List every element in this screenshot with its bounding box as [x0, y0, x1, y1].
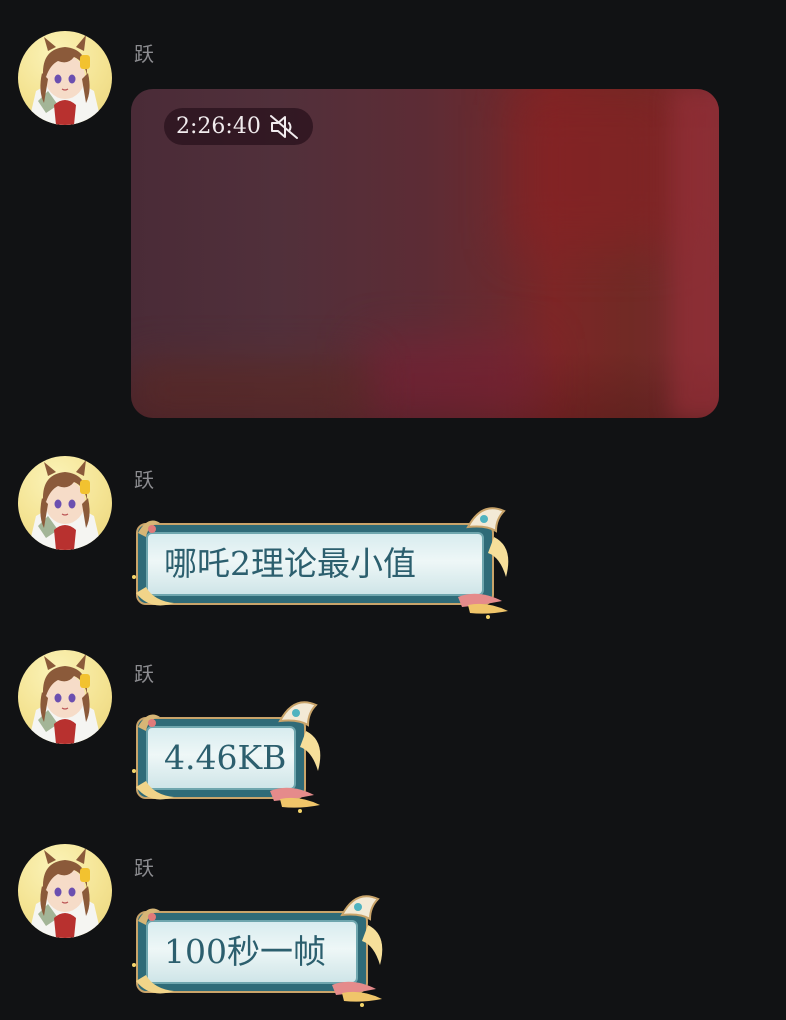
sender-name: 跃	[134, 662, 154, 686]
muted-speaker-icon[interactable]	[269, 114, 299, 140]
avatar[interactable]	[18, 456, 112, 550]
video-thumbnail-shade	[131, 359, 371, 418]
sender-name: 跃	[134, 856, 154, 880]
video-thumbnail-shade	[511, 89, 681, 249]
fox-ornament-icon	[458, 507, 509, 619]
sender-name: 跃	[134, 42, 154, 66]
message-text: 4.46KB	[164, 738, 287, 777]
avatar[interactable]	[18, 31, 112, 125]
fox-ornament-icon	[332, 895, 383, 1007]
avatar-image	[28, 654, 102, 744]
video-thumbnail-shade	[671, 89, 719, 418]
avatar[interactable]	[18, 650, 112, 744]
video-message[interactable]: 2:26:40	[131, 89, 719, 418]
avatar[interactable]	[18, 844, 112, 938]
avatar-image	[28, 460, 102, 550]
chat-message-list: 跃 2:26:40 跃 哪吒2理论最小值 跃 4.46KB 跃 100秒一帧	[0, 0, 786, 1020]
video-thumbnail-shade	[361, 339, 541, 418]
avatar-image	[28, 848, 102, 938]
message-bubble[interactable]: 100秒一帧	[130, 895, 392, 1007]
message-bubble[interactable]: 4.46KB	[130, 701, 330, 813]
sender-name: 跃	[134, 468, 154, 492]
video-duration-badge: 2:26:40	[164, 108, 313, 145]
message-text: 100秒一帧	[164, 932, 326, 971]
avatar-image	[28, 35, 102, 125]
video-duration: 2:26:40	[176, 114, 261, 139]
message-bubble[interactable]: 哪吒2理论最小值	[130, 507, 518, 619]
message-text: 哪吒2理论最小值	[164, 544, 416, 583]
